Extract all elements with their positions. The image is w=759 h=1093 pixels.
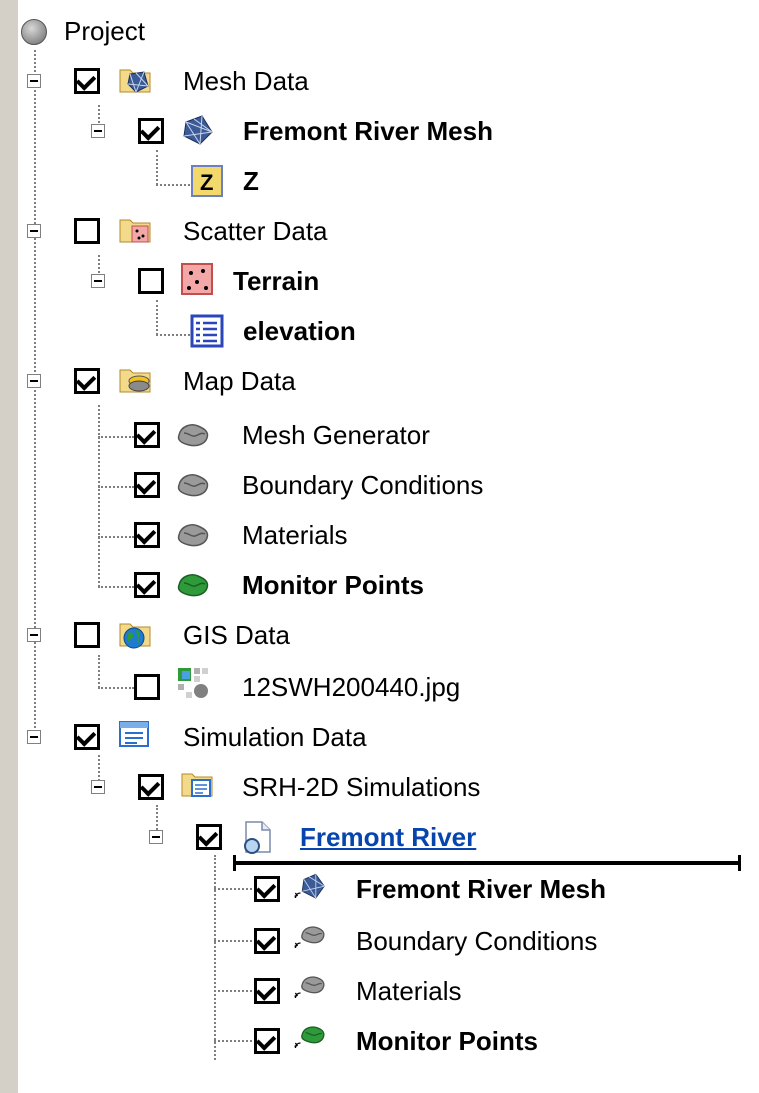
drag-insertion-indicator [233, 855, 741, 871]
tree-item-map-data[interactable]: Map Data [18, 358, 418, 404]
tree-item-monitor-points[interactable]: Monitor Points [18, 562, 518, 608]
visibility-checkbox[interactable] [254, 1028, 280, 1054]
tree-item-boundary-conditions[interactable]: Boundary Conditions [18, 462, 578, 508]
visibility-checkbox[interactable] [134, 522, 160, 548]
visibility-checkbox[interactable] [138, 774, 164, 800]
tree-item-label: Boundary Conditions [242, 470, 484, 500]
simulation-data-icon [119, 721, 149, 747]
coverage-icon [177, 424, 209, 447]
collapse-toggle[interactable] [91, 124, 105, 138]
tree-item-fremont-river-mesh[interactable]: Fremont River Mesh [18, 108, 618, 154]
tree-item-terrain[interactable]: Terrain [18, 258, 418, 304]
visibility-checkbox[interactable] [74, 368, 100, 394]
mesh-icon [183, 115, 213, 145]
scatter-folder-icon [119, 219, 151, 243]
tree-item-label: Mesh Data [183, 66, 309, 96]
tree-item-label: Fremont River Mesh [356, 874, 606, 904]
map-folder-icon [119, 369, 151, 393]
tree-item-label: Monitor Points [356, 1026, 538, 1056]
visibility-checkbox[interactable] [254, 928, 280, 954]
visibility-checkbox[interactable] [134, 674, 160, 700]
collapse-toggle[interactable] [91, 780, 105, 794]
tree-item-project[interactable]: Project [18, 10, 318, 56]
linked-monitor-coverage-icon [294, 1026, 325, 1049]
visibility-checkbox[interactable] [254, 978, 280, 1004]
dataset-table-icon [190, 314, 224, 348]
simulation-icon [244, 821, 271, 854]
tree-item-gis-data[interactable]: GIS Data [18, 612, 418, 658]
tree-item-mesh-data[interactable]: Mesh Data [18, 58, 418, 104]
image-icon [178, 668, 208, 698]
collapse-toggle[interactable] [27, 628, 41, 642]
gis-folder-icon [119, 623, 151, 649]
tree-item-srh2d-simulations[interactable]: SRH-2D Simulations [18, 762, 578, 808]
visibility-checkbox[interactable] [138, 118, 164, 144]
visibility-checkbox[interactable] [74, 724, 100, 750]
collapse-toggle[interactable] [91, 274, 105, 288]
tree-item-linked-mesh[interactable]: Fremont River Mesh [18, 866, 759, 912]
scatter-set-icon [181, 263, 213, 295]
tree-item-label: elevation [243, 316, 356, 346]
collapse-toggle[interactable] [27, 374, 41, 388]
collapse-toggle[interactable] [27, 74, 41, 88]
tree-item-label: 12SWH200440.jpg [242, 672, 461, 702]
linked-mesh-icon [294, 873, 325, 899]
svg-text:Z: Z [200, 170, 213, 195]
project-explorer-tree: Project Mesh Data Fremont River Mesh Z Z [18, 0, 759, 1093]
tree-item-linked-materials[interactable]: Materials [18, 966, 759, 1012]
collapse-toggle[interactable] [27, 730, 41, 744]
visibility-checkbox[interactable] [196, 824, 222, 850]
tree-item-label: Monitor Points [242, 570, 424, 600]
visibility-checkbox[interactable] [138, 268, 164, 294]
tree-item-mesh-generator[interactable]: Mesh Generator [18, 412, 518, 458]
dataset-z-icon: Z [191, 165, 223, 197]
visibility-checkbox[interactable] [74, 218, 100, 244]
coverage-icon [177, 474, 209, 497]
collapse-toggle[interactable] [149, 830, 163, 844]
tree-item-label: Materials [242, 520, 348, 550]
tree-item-materials[interactable]: Materials [18, 512, 418, 558]
tree-item-simulation-data[interactable]: Simulation Data [18, 712, 518, 758]
coverage-icon [177, 524, 209, 547]
visibility-checkbox[interactable] [134, 422, 160, 448]
monitor-coverage-icon [177, 574, 209, 597]
tree-item-image-file[interactable]: 12SWH200440.jpg [18, 662, 518, 708]
tree-item-dataset-z[interactable]: Z Z [18, 158, 418, 204]
tree-item-label: Simulation Data [183, 722, 367, 752]
tree-item-label: Boundary Conditions [356, 926, 598, 956]
linked-coverage-icon [294, 926, 325, 949]
tree-item-label: SRH-2D Simulations [242, 772, 481, 802]
visibility-checkbox[interactable] [74, 622, 100, 648]
tree-item-label: Scatter Data [183, 216, 328, 246]
visibility-checkbox[interactable] [134, 472, 160, 498]
linked-coverage-icon [294, 976, 325, 999]
tree-item-label: GIS Data [183, 620, 290, 650]
mesh-folder-icon [119, 69, 151, 93]
tree-item-fremont-river-simulation[interactable]: Fremont River [18, 812, 578, 858]
tree-item-linked-monitor-points[interactable]: Monitor Points [18, 1016, 759, 1062]
tree-item-label: Materials [356, 976, 462, 1006]
tree-item-label: Map Data [183, 366, 296, 396]
tree-item-scatter-data[interactable]: Scatter Data [18, 208, 418, 254]
simulation-folder-icon [181, 773, 213, 797]
tree-item-label: Fremont River Mesh [243, 116, 493, 146]
collapse-toggle[interactable] [27, 224, 41, 238]
visibility-checkbox[interactable] [134, 572, 160, 598]
visibility-checkbox[interactable] [74, 68, 100, 94]
tree-item-elevation[interactable]: elevation [18, 308, 418, 354]
project-icon [21, 19, 47, 45]
tree-item-label: Mesh Generator [242, 420, 430, 450]
simulation-link[interactable]: Fremont River [300, 820, 476, 854]
tree-item-label: Terrain [233, 266, 320, 296]
tree-item-linked-boundary-conditions[interactable]: Boundary Conditions [18, 916, 759, 962]
tree-item-label: Z [243, 166, 259, 196]
tree-item-label: Project [64, 16, 145, 46]
visibility-checkbox[interactable] [254, 876, 280, 902]
